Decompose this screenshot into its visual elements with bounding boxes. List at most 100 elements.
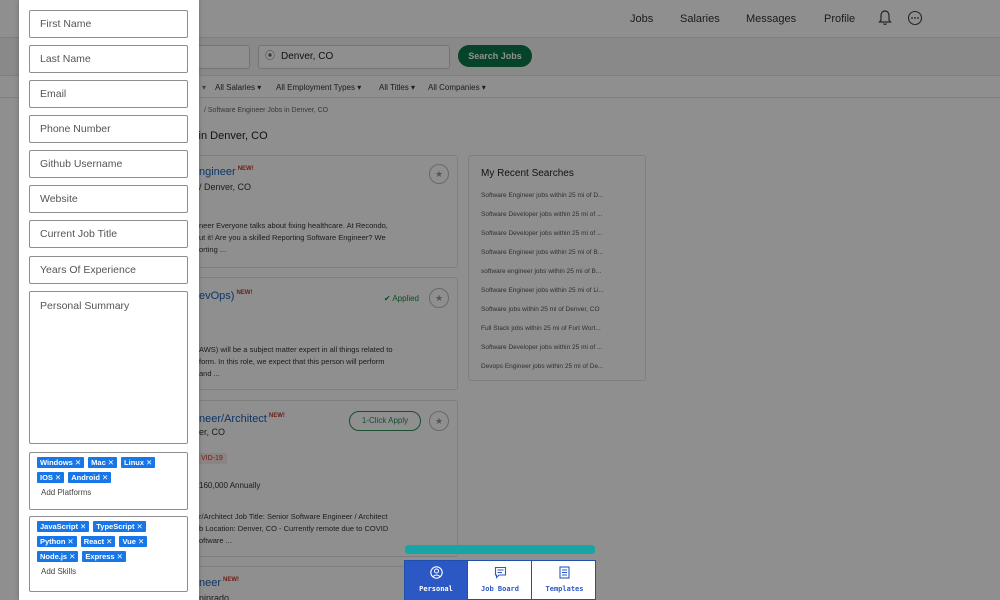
tab-templates[interactable]: Templates: [533, 561, 596, 600]
remove-tag-icon[interactable]: ✕: [55, 473, 61, 482]
tab-job-board-label: Job Board: [481, 585, 519, 593]
save-star-icon[interactable]: ★: [429, 411, 449, 431]
recent-searches-heading: My Recent Searches: [481, 168, 574, 179]
job-title[interactable]: neer/Architect NEW!: [199, 413, 285, 425]
tab-personal-label: Personal: [419, 585, 453, 593]
first-name-field[interactable]: First Name: [29, 10, 188, 38]
filter-titles[interactable]: All Titles ▾: [379, 83, 415, 92]
skill-tag: React ✕: [80, 536, 116, 547]
remove-tag-icon[interactable]: ✕: [80, 522, 86, 531]
save-star-icon[interactable]: ★: [429, 164, 449, 184]
skill-tag: Express ✕: [82, 551, 126, 562]
recent-search-item[interactable]: Devops Engineer jobs within 25 mi of De.…: [481, 363, 639, 370]
platform-tag: IOS ✕: [37, 472, 65, 483]
job-snippet: AWS) will be a subject matter expert in …: [199, 345, 393, 378]
remove-tag-icon[interactable]: ✕: [108, 458, 114, 467]
applied-status: ✔ Applied: [383, 294, 419, 303]
recent-search-item[interactable]: Software Engineer jobs within 25 mi of L…: [481, 287, 639, 294]
remove-tag-icon[interactable]: ✕: [138, 537, 144, 546]
skill-tag: Python ✕: [37, 536, 77, 547]
job-location: ninrado: [199, 593, 230, 600]
remove-tag-icon[interactable]: ✕: [106, 537, 112, 546]
personal-summary-textarea[interactable]: Personal Summary: [29, 291, 188, 444]
progress-bar: [405, 545, 595, 554]
remove-tag-icon[interactable]: ✕: [102, 473, 108, 482]
recent-search-item[interactable]: Software Developer jobs within 25 mi of …: [481, 344, 639, 351]
platforms-tag-input[interactable]: Windows ✕ Mac ✕ Linux ✕ IOS ✕ Android ✕ Add P…: [29, 452, 188, 510]
skills-tag-input[interactable]: JavaScript ✕ TypeScript ✕ Python ✕ React ✕ V…: [29, 516, 188, 592]
skill-tag: Vue ✕: [119, 536, 148, 547]
recent-search-item[interactable]: software engineer jobs within 25 mi of B…: [481, 268, 639, 275]
job-title[interactable]: neer NEW!: [199, 577, 239, 589]
nav-link-profile[interactable]: Profile: [824, 13, 855, 25]
search-jobs-button[interactable]: Search Jobs: [458, 45, 532, 67]
remove-tag-icon[interactable]: ✕: [136, 522, 142, 531]
remove-tag-icon[interactable]: ✕: [146, 458, 152, 467]
platform-tag: Android ✕: [68, 472, 112, 483]
platform-tag: Linux ✕: [121, 457, 156, 468]
platform-tags: Windows ✕ Mac ✕ Linux ✕ IOS ✕ Android ✕: [37, 457, 180, 483]
location-pin-icon: ⦿: [265, 51, 275, 62]
skill-tags: JavaScript ✕ TypeScript ✕ Python ✕ React ✕ V…: [37, 521, 180, 562]
github-username-field[interactable]: Github Username: [29, 150, 188, 178]
phone-number-field[interactable]: Phone Number: [29, 115, 188, 143]
recent-search-item[interactable]: Software Engineer jobs within 25 mi of B…: [481, 249, 639, 256]
skill-tag: JavaScript ✕: [37, 521, 90, 532]
recent-search-item[interactable]: Software Developer jobs within 25 mi of …: [481, 211, 639, 218]
tab-personal[interactable]: Personal: [405, 561, 468, 600]
skill-tag: Node.js ✕: [37, 551, 79, 562]
years-of-experience-field[interactable]: Years Of Experience: [29, 256, 188, 284]
add-skills-input[interactable]: Add Skills: [37, 567, 180, 576]
covid-badge: VID-19: [197, 453, 227, 464]
website-field[interactable]: Website: [29, 185, 188, 213]
results-title: s in Denver, CO: [190, 130, 268, 142]
one-click-apply-button[interactable]: 1-Click Apply: [349, 411, 421, 431]
profile-form-panel: First Name Last Name Email Phone Number …: [19, 0, 199, 600]
recent-search-item[interactable]: Full Stack jobs within 25 mi of Fort Wor…: [481, 325, 639, 332]
job-snippet: neer Everyone talks about fixing healthc…: [199, 221, 388, 254]
document-icon: [533, 566, 596, 582]
recent-search-item[interactable]: Software Engineer jobs within 25 mi of D…: [481, 192, 639, 199]
platform-tag: Windows ✕: [37, 457, 85, 468]
extension-tab-bar: Personal Job Board Templates: [404, 560, 596, 600]
job-title[interactable]: ngineer NEW!: [199, 166, 254, 178]
platform-tag: Mac ✕: [88, 457, 118, 468]
nav-link-messages[interactable]: Messages: [746, 13, 796, 25]
location-input-value: Denver, CO: [281, 51, 334, 62]
nav-link-jobs[interactable]: Jobs: [630, 13, 653, 25]
job-card[interactable]: neer/Architect NEW! er, CO 1-Click Apply …: [180, 400, 458, 557]
current-job-title-field[interactable]: Current Job Title: [29, 220, 188, 248]
filter-companies[interactable]: All Companies ▾: [428, 83, 486, 92]
filter-salaries[interactable]: All Salaries ▾: [215, 83, 261, 92]
more-circle-icon[interactable]: [907, 10, 923, 26]
recent-searches-panel: My Recent Searches Software Engineer job…: [468, 155, 646, 381]
job-card[interactable]: evOps) NEW! ✔ Applied ★ AWS) will be a su…: [180, 277, 458, 390]
filter-chevron[interactable]: ▾: [202, 83, 206, 92]
last-name-field[interactable]: Last Name: [29, 45, 188, 73]
remove-tag-icon[interactable]: ✕: [69, 552, 75, 561]
remove-tag-icon[interactable]: ✕: [75, 458, 81, 467]
filter-employment-types[interactable]: All Employment Types ▾: [276, 83, 361, 92]
remove-tag-icon[interactable]: ✕: [67, 537, 73, 546]
nav-link-salaries[interactable]: Salaries: [680, 13, 720, 25]
person-circle-icon: [405, 566, 467, 582]
remove-tag-icon[interactable]: ✕: [117, 552, 123, 561]
job-snippet: r/Architect Job Title: Senior Software E…: [199, 512, 389, 545]
job-card[interactable]: ngineer NEW! / Denver, CO ★ neer Everyone…: [180, 155, 458, 268]
job-salary: 160,000 Annually: [199, 481, 261, 490]
job-location: / Denver, CO: [199, 182, 252, 192]
new-badge: NEW!: [268, 413, 285, 419]
add-platforms-input[interactable]: Add Platforms: [37, 488, 180, 497]
tab-job-board[interactable]: Job Board: [469, 561, 532, 600]
email-field[interactable]: Email: [29, 80, 188, 108]
bell-icon[interactable]: [877, 10, 893, 26]
job-title[interactable]: evOps) NEW!: [199, 290, 252, 302]
breadcrumb: / Software Engineer Jobs in Denver, CO: [204, 107, 329, 114]
recent-search-item[interactable]: Software Developer jobs within 25 mi of …: [481, 230, 639, 237]
recent-search-item[interactable]: Software jobs within 25 mi of Denver, CO: [481, 306, 639, 313]
new-badge: NEW!: [223, 577, 240, 583]
new-badge: NEW!: [236, 290, 253, 296]
save-star-icon[interactable]: ★: [429, 288, 449, 308]
location-input[interactable]: ⦿ Denver, CO: [258, 45, 450, 69]
tab-templates-label: Templates: [545, 585, 584, 593]
